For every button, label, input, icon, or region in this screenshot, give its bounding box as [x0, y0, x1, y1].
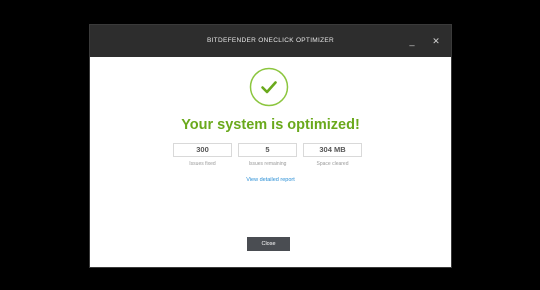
minimize-button[interactable]: _	[404, 33, 420, 49]
view-detailed-report-link[interactable]: View detailed report	[90, 177, 451, 183]
optimizer-window: BITDEFENDER ONECLICK OPTIMIZER _ ✕ Your …	[89, 24, 452, 268]
status-headline: Your system is optimized!	[181, 117, 360, 133]
close-button[interactable]: Close	[247, 237, 290, 251]
space-cleared-value: 304 MB	[303, 143, 362, 157]
issues-fixed-value: 300	[173, 143, 232, 157]
issues-remaining-label: Issues remaining	[248, 161, 287, 167]
issues-fixed-label: Issues fixed	[189, 161, 216, 167]
issues-remaining-value: 5	[238, 143, 297, 157]
window-title: BITDEFENDER ONECLICK OPTIMIZER	[206, 37, 335, 44]
space-cleared-label: Space cleared	[316, 161, 349, 167]
checkmark-icon	[249, 67, 289, 107]
title-bar: BITDEFENDER ONECLICK OPTIMIZER _ ✕	[90, 25, 451, 57]
close-window-button[interactable]: ✕	[428, 33, 444, 49]
